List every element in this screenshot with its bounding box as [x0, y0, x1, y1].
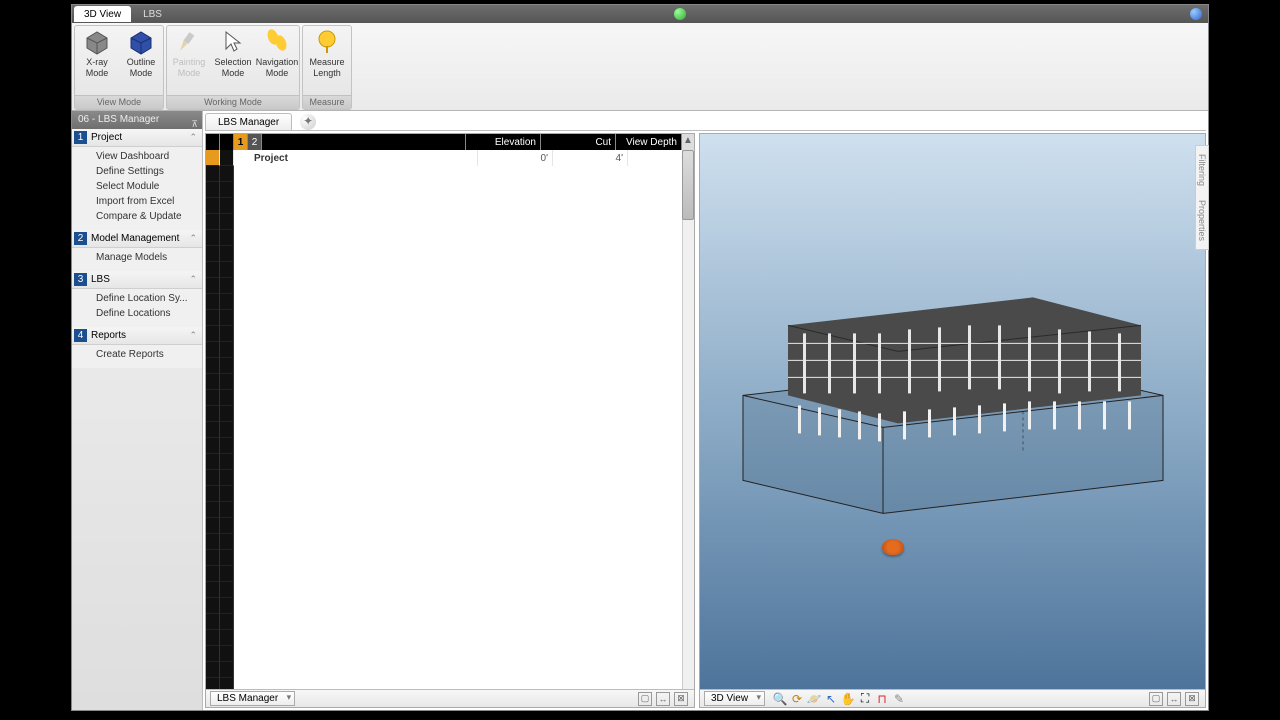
pan-icon[interactable]: ✋: [841, 692, 855, 706]
grid-cell-elevation: 0': [478, 150, 553, 166]
tab-lbs[interactable]: LBS: [133, 6, 172, 22]
right-pane-combo[interactable]: 3D View: [704, 691, 765, 706]
zoom-icon[interactable]: 🔍: [773, 692, 787, 706]
outline-mode-button[interactable]: Outline Mode: [119, 26, 163, 95]
viewport-pane: 3D View 🔍 ⟳ 🪐 ↖ ✋ ⛶ ⊓ ✎: [699, 133, 1206, 708]
grid-scrollbar[interactable]: [682, 150, 694, 689]
refresh-icon[interactable]: [674, 8, 686, 20]
grid-col-cut[interactable]: Cut: [541, 134, 616, 150]
grid-pane: 1 2 Elevation Cut View Depth ▲ Project: [205, 133, 695, 708]
sidebar-item-manage-models[interactable]: Manage Models: [72, 250, 202, 265]
selection-mode-button[interactable]: Selection Mode: [211, 26, 255, 95]
selection-mode-label: Selection Mode: [211, 57, 255, 79]
panel-filtering[interactable]: Filtering: [1197, 154, 1207, 186]
pane-minimize-button-right[interactable]: ▢: [1149, 692, 1163, 706]
measure-length-label: Measure Length: [303, 57, 351, 79]
xray-mode-button[interactable]: X-ray Mode: [75, 26, 119, 95]
sidebar: 06 - LBS Manager⊼ 1Project⌃ View Dashboar…: [72, 111, 203, 710]
add-tab-button[interactable]: ✦: [300, 114, 316, 130]
sidebar-item-define-settings[interactable]: Define Settings: [72, 164, 202, 179]
3d-viewport[interactable]: [700, 134, 1205, 689]
orbit-icon[interactable]: ⟳: [790, 692, 804, 706]
grid-header: 1 2 Elevation Cut View Depth ▲: [206, 134, 694, 150]
sidebar-section-project[interactable]: 1Project⌃: [72, 129, 202, 147]
outline-mode-label: Outline Mode: [119, 57, 163, 79]
grid-col-1[interactable]: 1: [234, 134, 248, 150]
measure-icon[interactable]: ✎: [892, 692, 906, 706]
pin-icon[interactable]: ⊼: [191, 115, 198, 133]
collapsed-panels[interactable]: Filtering Properties: [1195, 145, 1209, 250]
pane-close-button[interactable]: ⊠: [674, 692, 688, 706]
document-tabs: LBS Manager ✦: [205, 113, 1206, 131]
window-tabbar: 3D View LBS: [72, 5, 1208, 23]
scroll-up-button[interactable]: ▲: [682, 134, 694, 150]
group-working-mode-label: Working Mode: [167, 95, 299, 109]
sidebar-item-define-location-sy-[interactable]: Define Location Sy...: [72, 291, 202, 306]
sidebar-section-model-management[interactable]: 2Model Management⌃: [72, 230, 202, 248]
painting-mode-button[interactable]: Painting Mode: [167, 26, 211, 95]
measure-length-button[interactable]: Measure Length: [303, 26, 351, 95]
grid-col-2[interactable]: 2: [248, 134, 262, 150]
grid-row-project[interactable]: Project 0' 4' 0': [206, 150, 694, 166]
sidebar-item-import-from-excel[interactable]: Import from Excel: [72, 194, 202, 209]
doc-tab-lbs-manager[interactable]: LBS Manager: [205, 113, 292, 130]
pane-close-button-right[interactable]: ⊠: [1185, 692, 1199, 706]
avatar-icon: [882, 539, 904, 555]
navigation-mode-button[interactable]: Navigation Mode: [255, 26, 299, 95]
xray-mode-label: X-ray Mode: [75, 57, 119, 79]
magnet-icon[interactable]: ⊓: [875, 692, 889, 706]
ribbon: X-ray Mode Outline Mode View Mode Painti…: [72, 23, 1208, 111]
left-pane-combo[interactable]: LBS Manager: [210, 691, 295, 706]
grid-cell-name: Project: [234, 150, 478, 166]
cursor-icon[interactable]: ↖: [824, 692, 838, 706]
pane-split-button-right[interactable]: ↔: [1167, 692, 1181, 706]
group-measure-label: Measure: [303, 95, 351, 109]
sidebar-section-reports[interactable]: 4Reports⌃: [72, 327, 202, 345]
sidebar-section-lbs[interactable]: 3LBS⌃: [72, 271, 202, 289]
panel-properties[interactable]: Properties: [1197, 200, 1207, 241]
painting-mode-label: Painting Mode: [167, 57, 211, 79]
zoom-extent-icon[interactable]: ⛶: [858, 692, 872, 706]
grid-col-view-depth[interactable]: View Depth: [616, 134, 682, 150]
sidebar-title: 06 - LBS Manager⊼: [72, 111, 202, 129]
pane-split-button[interactable]: ↔: [656, 692, 670, 706]
navigation-mode-label: Navigation Mode: [255, 57, 299, 79]
group-view-mode-label: View Mode: [75, 95, 163, 109]
planet-icon[interactable]: 🪐: [807, 692, 821, 706]
help-icon[interactable]: [1190, 8, 1202, 20]
sidebar-item-view-dashboard[interactable]: View Dashboard: [72, 149, 202, 164]
pane-minimize-button[interactable]: ▢: [638, 692, 652, 706]
grid-col-elevation[interactable]: Elevation: [466, 134, 541, 150]
sidebar-item-create-reports[interactable]: Create Reports: [72, 347, 202, 362]
tab-3d-view[interactable]: 3D View: [74, 6, 131, 22]
sidebar-item-select-module[interactable]: Select Module: [72, 179, 202, 194]
sidebar-item-define-locations[interactable]: Define Locations: [72, 306, 202, 321]
sidebar-item-compare-update[interactable]: Compare & Update: [72, 209, 202, 224]
grid-cell-cut: 4': [553, 150, 628, 166]
